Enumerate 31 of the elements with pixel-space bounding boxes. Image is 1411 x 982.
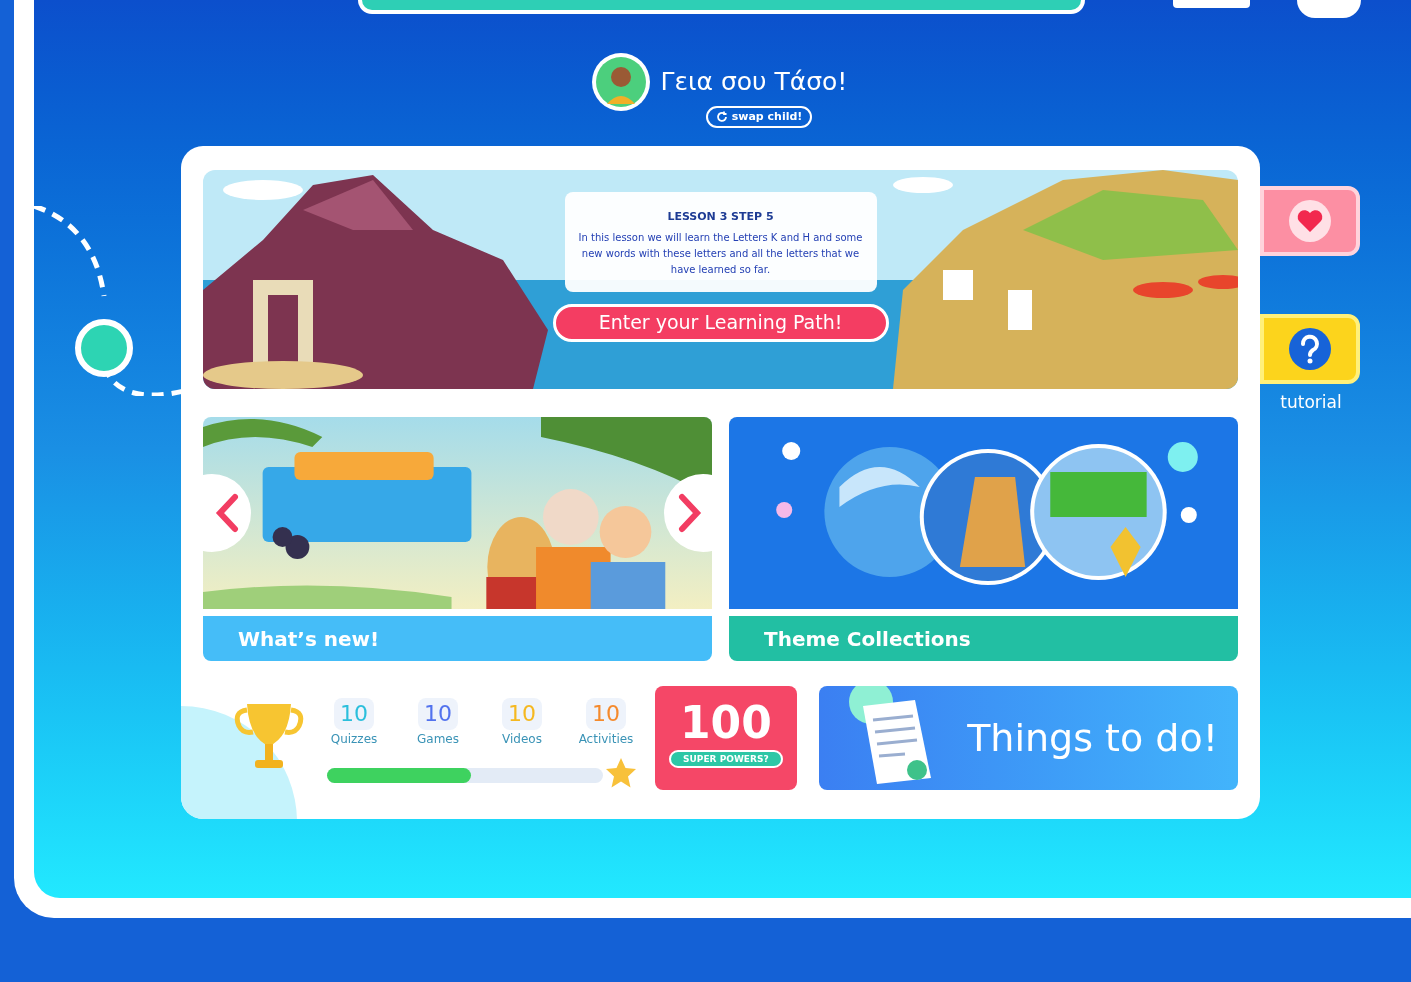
super-powers-card[interactable]: 100 SUPER POWERS? bbox=[654, 686, 798, 790]
collection-label[interactable]: Theme Collections bbox=[729, 616, 1238, 661]
chevron-right-icon bbox=[678, 493, 702, 533]
tutorial-label: tutorial bbox=[1280, 391, 1342, 414]
stat-label: Videos bbox=[502, 731, 542, 748]
swap-child-button[interactable]: swap child! bbox=[705, 106, 813, 128]
collection-card[interactable]: What’s new! bbox=[203, 417, 712, 661]
tutorial-button[interactable] bbox=[1260, 314, 1360, 384]
avatar bbox=[590, 52, 651, 112]
stat-label: Games bbox=[417, 731, 459, 748]
favorites-button[interactable] bbox=[1260, 186, 1360, 256]
stat-value: 10 bbox=[502, 698, 542, 730]
stat-value: 10 bbox=[334, 698, 374, 730]
learning-path-button[interactable]: Enter your Learning Path! bbox=[552, 303, 889, 342]
help-icon bbox=[1288, 327, 1332, 371]
lesson-title: LESSON 3 STEP 5 bbox=[667, 209, 774, 225]
super-powers-badge: SUPER POWERS? bbox=[669, 750, 783, 768]
star-icon bbox=[604, 756, 638, 790]
refresh-icon bbox=[715, 111, 728, 123]
greeting-text: Γεια σου Τάσο! bbox=[660, 66, 848, 99]
lesson-description: In this lesson we will learn the Letters K and H and some new words with these letters and all the letters that we have learned so far. bbox=[577, 230, 864, 277]
collection-card[interactable]: Theme Collections bbox=[729, 417, 1238, 661]
chevron-left-icon bbox=[215, 493, 239, 533]
things-to-do-card[interactable]: Things to do! bbox=[819, 686, 1238, 790]
collection-label[interactable]: What’s new! bbox=[203, 616, 712, 661]
stat-value: 10 bbox=[418, 698, 458, 730]
stat-value: 10 bbox=[586, 698, 626, 730]
things-to-do-label: Things to do! bbox=[967, 714, 1218, 762]
stat-label: Activities bbox=[578, 731, 634, 748]
super-powers-value: 100 bbox=[679, 698, 772, 748]
stat-label: Quizzes bbox=[330, 731, 378, 748]
